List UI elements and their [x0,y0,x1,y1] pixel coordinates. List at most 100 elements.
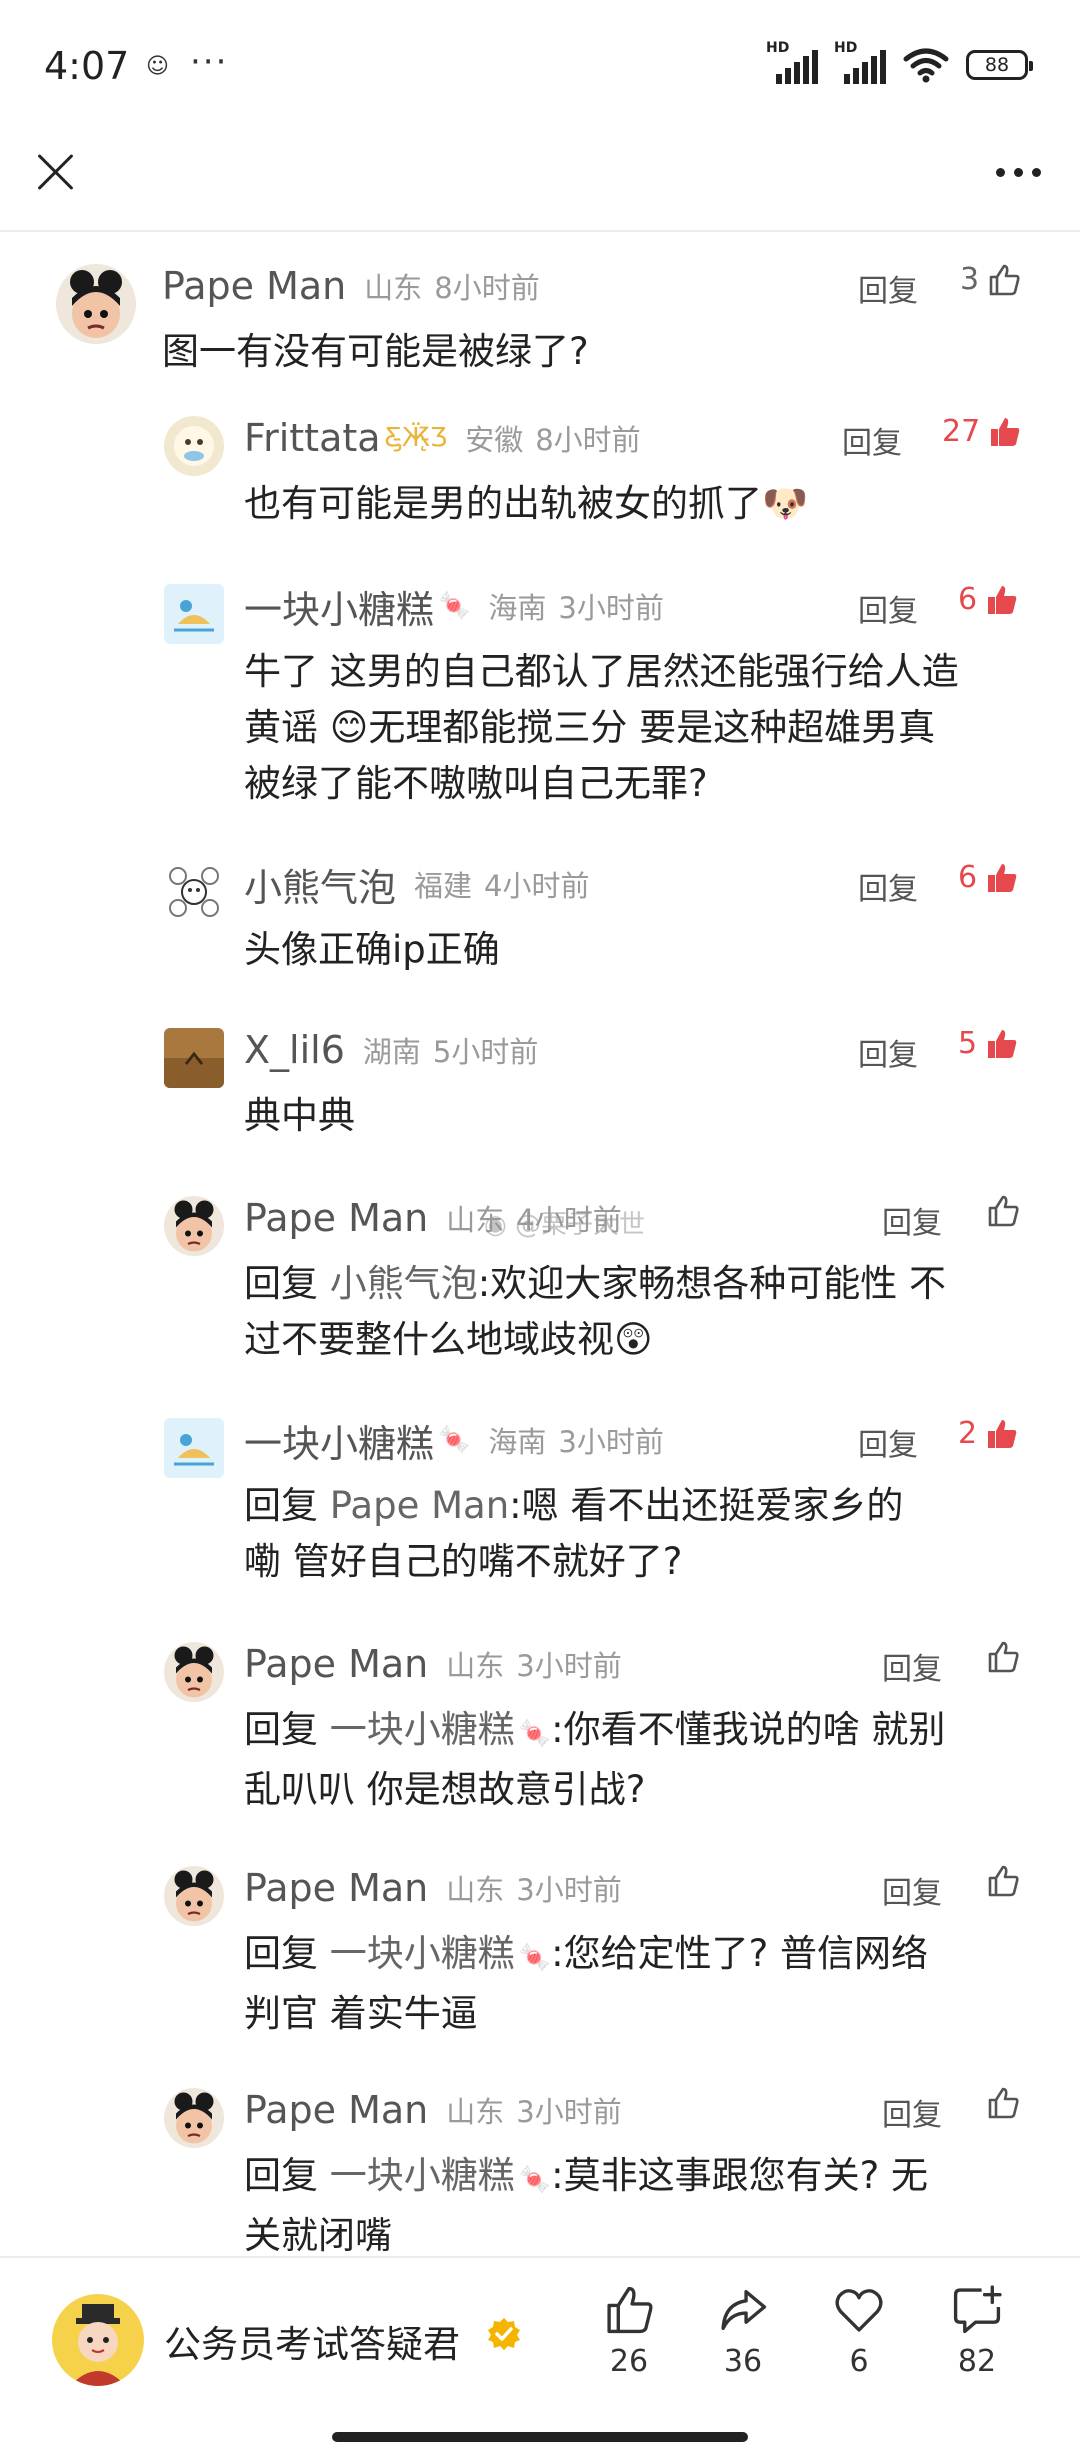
reply-button[interactable]: 回复 [882,2090,942,2134]
reply-button[interactable]: 回复 [882,1198,942,1242]
reply-button[interactable]: 回复 [858,864,918,908]
comment-text: 回复 小熊气泡:欢迎大家畅想各种可能性 不 过不要整什么地域歧视😲 [244,1256,1044,1368]
reply-target[interactable]: 一块小糖糕 [330,1708,515,1751]
thumbs-up-filled-icon [991,417,1020,446]
comment-text: 回复 Pape Man:嗯 看不出还挺爱家乡的 嘞 管好自己的嘴不就好了? [244,1484,904,1583]
avatar[interactable] [164,584,224,644]
like-button[interactable]: 5 [958,1026,1019,1061]
status-bar: 4:07 ☺ ··· HD HD 88 [0,0,1080,130]
favorite-button[interactable]: 6 [814,2284,904,2404]
comment-meta: Frittata Ƹ̵̡Ӝ̵̨̄Ʒ 安徽 8小时前 [244,408,641,468]
avatar[interactable] [164,416,224,476]
heart-icon [835,2289,883,2332]
candy-badge-icon: 🍬 [438,591,471,621]
reply-button[interactable]: 回复 [858,1030,918,1074]
username[interactable]: Pape Man [244,1866,428,1910]
avatar[interactable] [164,1866,224,1926]
like-count: 6 [958,860,978,895]
username[interactable]: Pape Man [244,1642,428,1686]
comment-item: 小熊气泡 福建 4小时前 回复 6 头像正确ip正确 [164,854,1026,994]
timestamp: 8小时前 [434,271,540,305]
comment-meta: 一块小糖糕 🍬 海南 3小时前 [244,1410,664,1470]
reply-target[interactable]: Pape Man [330,1484,509,1527]
comment-item: X_lil6 湖南 5小时前 回复 5 典中典 [164,1020,1026,1160]
reply-button[interactable]: 回复 [858,1420,918,1464]
avatar[interactable] [164,1028,224,1088]
smile-emoji-icon: 😊 [329,706,369,749]
like-button[interactable] [986,1194,1020,1228]
thumbs-up-icon [988,1865,1019,1897]
share-icon [721,2289,767,2331]
reply-button[interactable]: 回复 [882,1868,942,1912]
close-icon[interactable] [28,144,84,200]
like-button[interactable]: 6 [958,860,1019,895]
avatar[interactable] [164,1196,224,1256]
like-post-button[interactable]: 26 [584,2284,674,2404]
like-button[interactable] [986,2086,1020,2120]
screen: 4:07 ☺ ··· HD HD 88 Pape Man 山东 8小时前 回复 … [0,0,1080,2460]
comment-text: 牛了 这男的自己都认了居然还能强行给人造 黄谣 😊无理都能搅三分 要是这种超雄男… [244,650,959,805]
avatar[interactable] [164,1642,224,1702]
author-name[interactable]: 公务员考试答疑君 [164,2314,460,2368]
comment-item: Pape Man 山东 3小时前 回复 回复 一块小糖糕 🍬:您给定性了? 普信网… [164,1858,1026,2058]
status-time: 4:07 [44,44,130,88]
location: 海南 [488,591,547,625]
timestamp: 3小时前 [516,1649,622,1683]
timestamp: 5小时前 [432,1035,539,1069]
comment-meta: Pape Man 山东 3小时前 [244,1634,622,1694]
like-count: 3 [960,262,980,297]
like-count: 27 [942,414,981,449]
thumbs-up-filled-icon [988,585,1017,614]
reply-target[interactable]: 小熊气泡 [330,1262,478,1305]
like-button[interactable]: 2 [958,1416,1019,1451]
avatar[interactable] [164,2088,224,2148]
reply-target[interactable]: 一块小糖糕 [330,1932,515,1975]
reply-button[interactable]: 回复 [858,266,918,310]
comment-text: 图一有没有可能是被绿了? [162,330,589,373]
candy-badge-icon: 🍬 [438,1425,471,1455]
doge-emoji-icon: 🐶 [762,482,809,525]
reply-button[interactable]: 回复 [882,1644,942,1688]
more-options-icon[interactable] [986,144,1050,200]
comment-meta: Pape Man 山东 8小时前 [162,256,540,316]
wifi-icon [903,48,949,83]
like-button[interactable]: 27 [942,414,1022,449]
like-button[interactable] [986,1864,1020,1898]
battery-icon: 88 [966,50,1033,80]
comment-button[interactable]: 82 [932,2284,1022,2404]
username[interactable]: 小熊气泡 [244,857,396,912]
like-count: 6 [958,582,978,617]
comment-item: 一块小糖糕 🍬 海南 3小时前 回复 6 牛了 这男的自己都认了居然还能强行给人… [164,576,1026,816]
username[interactable]: Frittata [244,416,381,460]
share-count: 36 [723,2344,763,2379]
author-avatar[interactable] [52,2294,144,2386]
comment-text: 回复 一块小糖糕 🍬:莫非这事跟您有关? 无 关就闭嘴 [244,2154,929,2256]
reply-button[interactable]: 回复 [858,586,918,630]
verified-badge-icon [488,2318,520,2350]
avatar[interactable] [164,1418,224,1478]
avatar[interactable] [56,264,136,344]
like-button[interactable] [986,1640,1020,1674]
username[interactable]: Pape Man [162,264,346,308]
username[interactable]: 一块小糖糕 [244,1413,434,1468]
like-button[interactable]: 6 [958,582,1019,617]
comment-text: 回复 一块小糖糕 🍬:你看不懂我说的啥 就别 乱叭叭 你是想故意引战? [244,1708,946,1811]
comment-meta: 一块小糖糕 🍬 海南 3小时前 [244,576,664,636]
home-indicator[interactable] [332,2432,748,2442]
comment-item: Pape Man 山东 3小时前 回复 回复 一块小糖糕 🍬:你看不懂我说的啥 就… [164,1634,1026,1834]
username[interactable]: X_lil6 [244,1028,345,1072]
username[interactable]: Pape Man [244,1196,428,1240]
share-button[interactable]: 36 [698,2284,788,2404]
comment-text: 也有可能是男的出轨被女的抓了🐶 [244,476,1024,532]
like-button[interactable]: 3 [960,262,1021,297]
username[interactable]: 一块小糖糕 [244,579,434,634]
reply-target[interactable]: 一块小糖糕 [330,2154,515,2197]
username[interactable]: Pape Man [244,2088,428,2132]
notification-icon: ☺ [146,54,169,79]
reply-button[interactable]: 回复 [842,418,902,462]
candy-badge-icon: 🍬 [518,1719,552,1749]
avatar[interactable] [164,862,224,922]
thumbs-up-filled-icon [988,863,1017,892]
comment-list[interactable]: Pape Man 山东 8小时前 回复 3 图一有没有可能是被绿了? Fritt… [0,232,1080,2256]
comment-meta: Pape Man 山东 3小时前 [244,1858,622,1918]
